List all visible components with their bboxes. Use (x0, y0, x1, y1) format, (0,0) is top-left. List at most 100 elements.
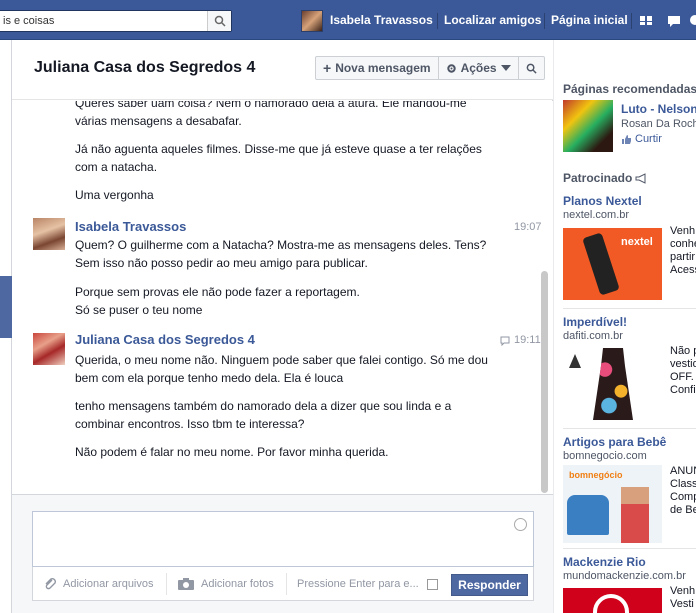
nav-home[interactable]: Página inicial (551, 0, 628, 40)
avatar[interactable] (33, 333, 65, 365)
ad-line: vestid (670, 358, 696, 370)
plus-icon: + (323, 60, 332, 76)
message-text: Porque sem provas ele não pode fazer a r… (75, 285, 360, 299)
actions-label: Ações (460, 61, 497, 75)
search-button[interactable] (207, 11, 231, 31)
message-text: Já não aguenta aqueles filmes. Disse-me … (75, 142, 482, 174)
message-text: Não podem é falar no meu nome. Por favor… (75, 445, 389, 459)
recommended-pages-heading: Páginas recomendadas (563, 82, 696, 96)
add-files-button[interactable]: Adicionar arquivos (43, 567, 154, 601)
ad-image[interactable]: nextel (563, 228, 662, 300)
message-list[interactable]: Queres saber uam coisa? Nem o namorado d… (12, 101, 553, 494)
dress-illustration (593, 348, 633, 420)
ad-title[interactable]: Imperdível! (563, 315, 627, 329)
left-selected-indicator (0, 276, 12, 338)
ad-image[interactable] (563, 344, 662, 422)
ad-image[interactable] (563, 588, 662, 613)
ad-line: Confir (670, 384, 696, 396)
user-avatar[interactable] (301, 10, 323, 32)
ad-line: conhe (670, 238, 696, 250)
new-message-label: Nova mensagem (335, 61, 431, 75)
notifications-icon[interactable] (688, 12, 696, 28)
ad-title[interactable]: Planos Nextel (563, 194, 642, 208)
nav-find-friends[interactable]: Localizar amigos (444, 0, 541, 40)
ad-line: Vesti (670, 598, 694, 610)
chat-source-icon (500, 336, 510, 346)
message-author[interactable]: Isabela Travassos (75, 219, 186, 234)
message-text: Uma vergonha (75, 188, 154, 202)
ad-line: partir (670, 251, 696, 263)
reply-textarea[interactable] (32, 511, 534, 567)
composer-area: Adicionar arquivos Adicionar fotos Press… (12, 494, 553, 613)
ad-image[interactable]: bomnegócio (563, 465, 662, 543)
message-text: Queres saber uam coisa? Nem o namorado d… (75, 101, 467, 128)
thumbs-up-icon (622, 134, 631, 144)
left-column (0, 40, 12, 613)
message-timestamp: 19:07 (514, 221, 542, 233)
ad-domain: dafiti.com.br (563, 330, 623, 342)
baby-walker-illustration (567, 495, 609, 535)
ad-image-text: nextel (621, 236, 653, 248)
nav-divider (631, 13, 632, 29)
conversation-pane: Juliana Casa dos Segredos 4 + Nova mensa… (12, 40, 553, 613)
ad-domain: bomnegocio.com (563, 450, 647, 462)
composer-toolbar: Adicionar arquivos Adicionar fotos Press… (32, 567, 534, 601)
divider (563, 428, 696, 429)
search-box[interactable]: is e coisas (0, 10, 232, 32)
message-text: Só se puser o teu nome (75, 303, 203, 317)
toolbar-divider (166, 573, 167, 595)
sponsored-heading: Patrocinado (563, 171, 633, 185)
paperclip-icon (45, 578, 56, 590)
emoticon-icon[interactable] (514, 518, 527, 531)
ad-description: ANUN Classi Comp de Be (670, 465, 696, 517)
chevron-down-icon (500, 65, 511, 71)
sponsored-header: Patrocinado (563, 171, 649, 185)
right-sidebar: Páginas recomendadas Luto - Nelson Rosan… (554, 40, 696, 613)
add-photos-button[interactable]: Adicionar fotos (177, 567, 274, 601)
search-icon (214, 15, 226, 27)
recommended-page-name[interactable]: Luto - Nelson (621, 102, 696, 116)
gear-icon (446, 63, 456, 73)
nav-user-profile[interactable]: Isabela Travassos (330, 0, 433, 40)
ad-title[interactable]: Artigos para Bebê (563, 435, 666, 449)
messages-icon[interactable] (667, 12, 681, 28)
message-timestamp: 19:11 (514, 334, 541, 346)
nav-divider (544, 13, 545, 29)
add-photos-label: Adicionar fotos (201, 578, 274, 590)
mother-illustration (621, 487, 649, 543)
like-label: Curtir (635, 133, 662, 145)
ad-description: Venh conhe partir Acess (670, 225, 696, 277)
ad-line: ANUN (670, 465, 696, 477)
avatar[interactable] (33, 218, 65, 250)
like-page-button[interactable]: Curtir (621, 133, 662, 145)
ad-title[interactable]: Mackenzie Rio (563, 555, 646, 569)
message-text: tenho mensagens também do namorado dela … (75, 399, 452, 431)
toolbar-divider (286, 573, 287, 595)
conversation-title[interactable]: Juliana Casa dos Segredos 4 (34, 59, 255, 77)
friend-requests-icon[interactable] (639, 12, 653, 28)
ad-line: Venh (670, 585, 696, 597)
new-message-button[interactable]: + Nova mensagem (316, 57, 439, 79)
top-navigation-bar: is e coisas Isabela Travassos Localizar … (0, 0, 696, 40)
search-conversation-button[interactable] (519, 57, 544, 79)
actions-button[interactable]: Ações (439, 57, 519, 79)
logo-illustration (593, 594, 629, 613)
ad-line: Não p (670, 345, 696, 357)
leaf-icon (569, 354, 581, 368)
message-text: Querida, o meu nome não. Ninguem pode sa… (75, 353, 488, 385)
search-input[interactable]: is e coisas (3, 15, 54, 27)
reply-button[interactable]: Responder (451, 574, 528, 596)
ad-description: Venh Vesti (670, 585, 695, 611)
ad-line: OFF. (670, 371, 694, 383)
press-enter-option: Pressione Enter para e... (297, 567, 419, 601)
message-author[interactable]: Juliana Casa dos Segredos 4 (75, 332, 255, 347)
scrollbar[interactable] (541, 271, 548, 493)
ad-domain: mundomackenzie.com.br (563, 570, 686, 582)
phone-illustration (582, 232, 620, 296)
search-icon (526, 63, 537, 74)
camera-icon (178, 578, 194, 590)
conversation-header: Juliana Casa dos Segredos 4 + Nova mensa… (12, 40, 553, 100)
ad-line: Acess (670, 264, 696, 276)
page-thumbnail[interactable] (563, 100, 613, 152)
press-enter-checkbox[interactable] (427, 579, 438, 590)
